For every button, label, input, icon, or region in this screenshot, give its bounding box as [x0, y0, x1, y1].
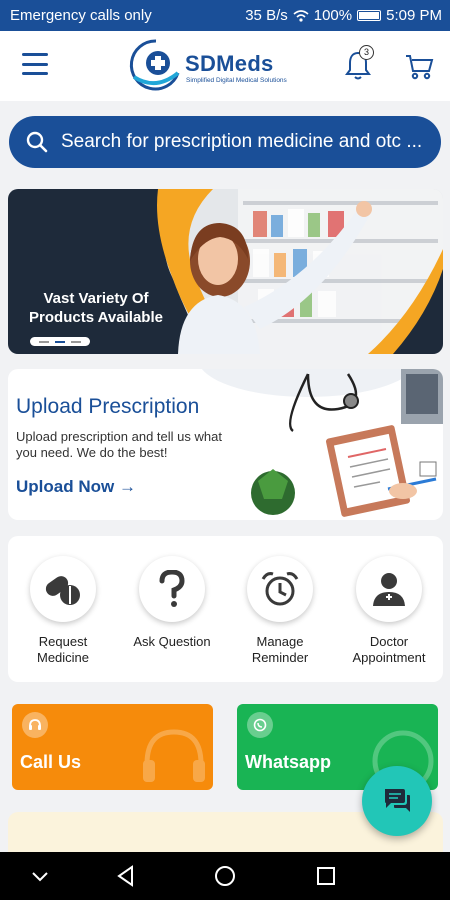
recents-icon[interactable] [314, 864, 338, 888]
battery-percent: 100% [313, 7, 353, 24]
brand-name: SDMeds [185, 51, 274, 76]
headset-watermark-icon [143, 729, 205, 782]
service-manage-reminder[interactable]: Manage Reminder [230, 556, 330, 666]
chat-icon [385, 789, 410, 812]
system-nav-bar [0, 852, 450, 900]
app-bar: SDMeds Simplified Digital Medical Soluti… [0, 31, 450, 101]
cart-icon [406, 55, 434, 80]
upload-now-link[interactable]: Upload Now → [16, 477, 136, 497]
headset-icon [22, 712, 48, 738]
services-panel: Request Medicine Ask Question Manage Rem… [8, 536, 443, 682]
whatsapp-label: Whatsapp [245, 752, 332, 772]
logo-mark-icon [129, 39, 180, 91]
chat-button[interactable] [362, 766, 432, 836]
chevron-down-icon[interactable] [28, 864, 52, 888]
upload-now-label: Upload Now [16, 477, 115, 496]
status-right: 35 B/s 100% 5:09 PM [245, 7, 442, 24]
upload-description: Upload prescription and tell us what you… [16, 429, 222, 460]
upload-prescription-card[interactable]: Upload Prescription Upload prescription … [8, 369, 443, 520]
carrier-text: Emergency calls only [10, 7, 152, 24]
home-icon[interactable] [213, 864, 237, 888]
service-label: Request Medicine [36, 634, 90, 665]
status-bar: Emergency calls only 35 B/s 100% 5:09 PM [0, 0, 450, 31]
question-icon-circle [139, 556, 205, 622]
network-speed: 35 B/s [245, 7, 288, 24]
upload-title: Upload Prescription [16, 395, 200, 418]
arrow-right-icon: → [118, 477, 136, 496]
whatsapp-icon [247, 712, 273, 738]
call-us-button[interactable]: Call Us [12, 704, 213, 790]
service-label: Doctor Appointment [352, 634, 426, 665]
service-doctor-appointment[interactable]: Doctor Appointment [339, 556, 439, 666]
notification-button[interactable]: 3 [344, 45, 374, 83]
question-icon [159, 570, 185, 607]
promo-banner[interactable]: Vast Variety Of Products Available [8, 189, 443, 354]
carousel-indicator[interactable] [30, 337, 90, 346]
cart-button[interactable] [404, 51, 434, 81]
back-icon[interactable] [114, 864, 138, 888]
brand-tagline: Simplified Digital Medical Solutions [186, 77, 287, 84]
alarm-clock-icon-circle [247, 556, 313, 622]
clock: 5:09 PM [386, 7, 442, 24]
service-label: Manage Reminder [251, 634, 309, 665]
service-request-medicine[interactable]: Request Medicine [13, 556, 113, 666]
doctor-icon-circle [356, 556, 422, 622]
wifi-icon [293, 9, 309, 22]
search-bar[interactable]: Search for prescription medicine and otc… [9, 116, 441, 168]
search-placeholder: Search for prescription medicine and otc… [61, 131, 423, 152]
notification-badge: 3 [359, 45, 374, 60]
search-icon [26, 131, 48, 153]
pills-icon-circle [30, 556, 96, 622]
service-label: Ask Question [133, 634, 211, 649]
doctor-icon [373, 573, 405, 606]
call-us-label: Call Us [20, 752, 82, 772]
alarm-clock-icon [261, 572, 299, 606]
sdmeds-logo: SDMeds Simplified Digital Medical Soluti… [128, 37, 298, 97]
banner-illustration [8, 189, 443, 354]
battery-icon [357, 10, 382, 21]
pills-icon [45, 576, 80, 605]
banner-text: Vast Variety Of Products Available [29, 290, 163, 326]
menu-icon[interactable] [22, 53, 48, 75]
service-ask-question[interactable]: Ask Question [122, 556, 222, 650]
